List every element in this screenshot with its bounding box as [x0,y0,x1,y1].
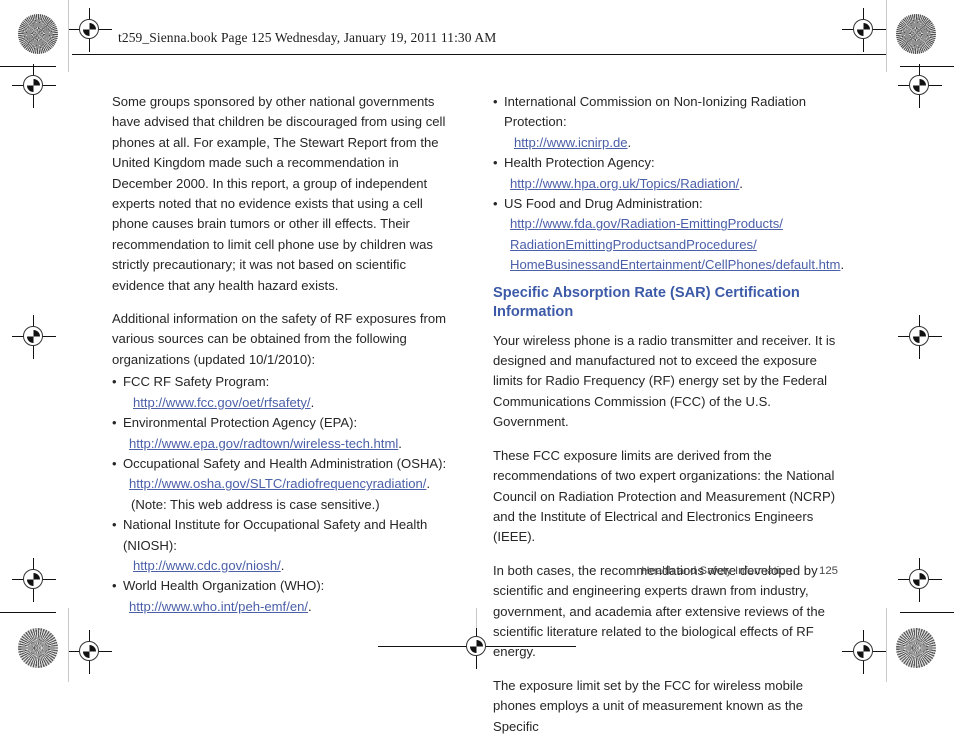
organization-label: National Institute for Occupational Safe… [123,517,428,553]
right-paragraph-1: Your wireless phone is a radio transmitt… [493,332,836,430]
url-period: . [310,394,315,410]
url-period: . [627,134,632,150]
right-column: • International Commission on Non-Ionizi… [493,92,844,750]
page-footer: Health and Safety Information 125 [493,565,838,577]
organization-link[interactable]: http://www.icnirp.de [514,135,628,150]
organization-url-line: http://www.hpa.org.uk/Topics/Radiation/. [504,174,838,194]
organization-link[interactable]: http://www.osha.gov/SLTC/radiofrequencyr… [129,476,426,491]
footer-page-number: 125 [818,565,838,577]
page-content: Some groups sponsored by other national … [0,0,954,734]
organization-url-line-3: HomeBusinessandEntertainment/CellPhones/… [504,255,844,275]
right-organization-list: • International Commission on Non-Ionizi… [493,92,844,276]
organization-link[interactable]: http://www.who.int/peh-emf/en/ [129,599,308,614]
left-column: Some groups sponsored by other national … [112,92,450,617]
url-period: . [840,257,845,273]
organization-link[interactable]: http://www.epa.gov/radtown/wireless-tech… [129,436,398,451]
list-item: • National Institute for Occupational Sa… [112,515,450,576]
footer-chapter-title: Health and Safety Information [641,565,792,577]
organization-label: Environmental Protection Agency (EPA): [123,415,358,431]
organization-url-line: http://www.cdc.gov/niosh/. [123,556,450,576]
bullet-icon: • [493,196,498,212]
right-paragraph-2: These FCC exposure limits are derived fr… [493,447,836,545]
organization-link[interactable]: http://www.fda.gov/Radiation-EmittingPro… [510,216,783,231]
url-period: . [739,175,743,191]
list-item: • Health Protection Agency: http://www.h… [493,153,838,194]
right-paragraph-4: The exposure limit set by the FCC for wi… [493,677,804,734]
list-item: • FCC RF Safety Program: http://www.fcc.… [112,372,450,413]
organization-url-line: http://www.who.int/peh-emf/en/. [123,597,450,617]
list-item: • World Health Organization (WHO): http:… [112,576,450,617]
section-heading-sar: Specific Absorption Rate (SAR) Certifica… [493,284,800,320]
organization-link[interactable]: http://www.fcc.gov/oet/rfsafety/ [133,395,311,410]
organization-label: US Food and Drug Administration: [504,196,703,212]
organization-url-line: http://www.osha.gov/SLTC/radiofrequencyr… [123,474,450,494]
organization-link-continued[interactable]: RadiationEmittingProductsandProcedures/ [510,237,757,252]
list-item: • Environmental Protection Agency (EPA):… [112,413,450,454]
organization-label: Health Protection Agency: [504,155,655,171]
bullet-icon: • [112,374,117,390]
list-item: • International Commission on Non-Ionizi… [493,92,838,153]
organization-label: FCC RF Safety Program: [123,374,270,390]
left-organization-list: • FCC RF Safety Program: http://www.fcc.… [112,372,450,617]
organization-url-line: http://www.epa.gov/radtown/wireless-tech… [123,434,450,454]
organization-url-line: http://www.fcc.gov/oet/rfsafety/. [123,393,450,413]
bullet-icon: • [112,517,117,533]
organization-label: International Commission on Non-Ionizing… [504,94,807,130]
organization-link-continued[interactable]: HomeBusinessandEntertainment/CellPhones/… [510,257,840,272]
list-item: • Occupational Safety and Health Adminis… [112,454,450,515]
bullet-icon: • [112,578,117,594]
organization-url-line-2: RadiationEmittingProductsandProcedures/ [504,235,838,255]
url-period: . [280,557,285,573]
bullet-icon: • [493,155,498,171]
bullet-icon: • [112,415,117,431]
organization-url-line: http://www.fda.gov/Radiation-EmittingPro… [504,214,838,234]
organization-note: (Note: This web address is case sensitiv… [131,496,380,512]
url-period: . [308,598,312,614]
organization-url-line: http://www.icnirp.de. [504,133,838,153]
list-item: • US Food and Drug Administration: http:… [493,194,844,276]
left-paragraph-1: Some groups sponsored by other national … [112,94,446,293]
organization-link[interactable]: http://www.cdc.gov/niosh/ [133,558,281,573]
bullet-icon: • [112,455,117,471]
url-period: . [398,435,402,451]
organization-label: World Health Organization (WHO): [123,578,325,594]
organization-link[interactable]: http://www.hpa.org.uk/Topics/Radiation/ [510,176,739,191]
url-period: . [426,476,431,492]
left-paragraph-2: Additional information on the safety of … [112,311,447,367]
bullet-icon: • [493,94,498,109]
organization-label: Occupational Safety and Health Administr… [123,455,447,471]
